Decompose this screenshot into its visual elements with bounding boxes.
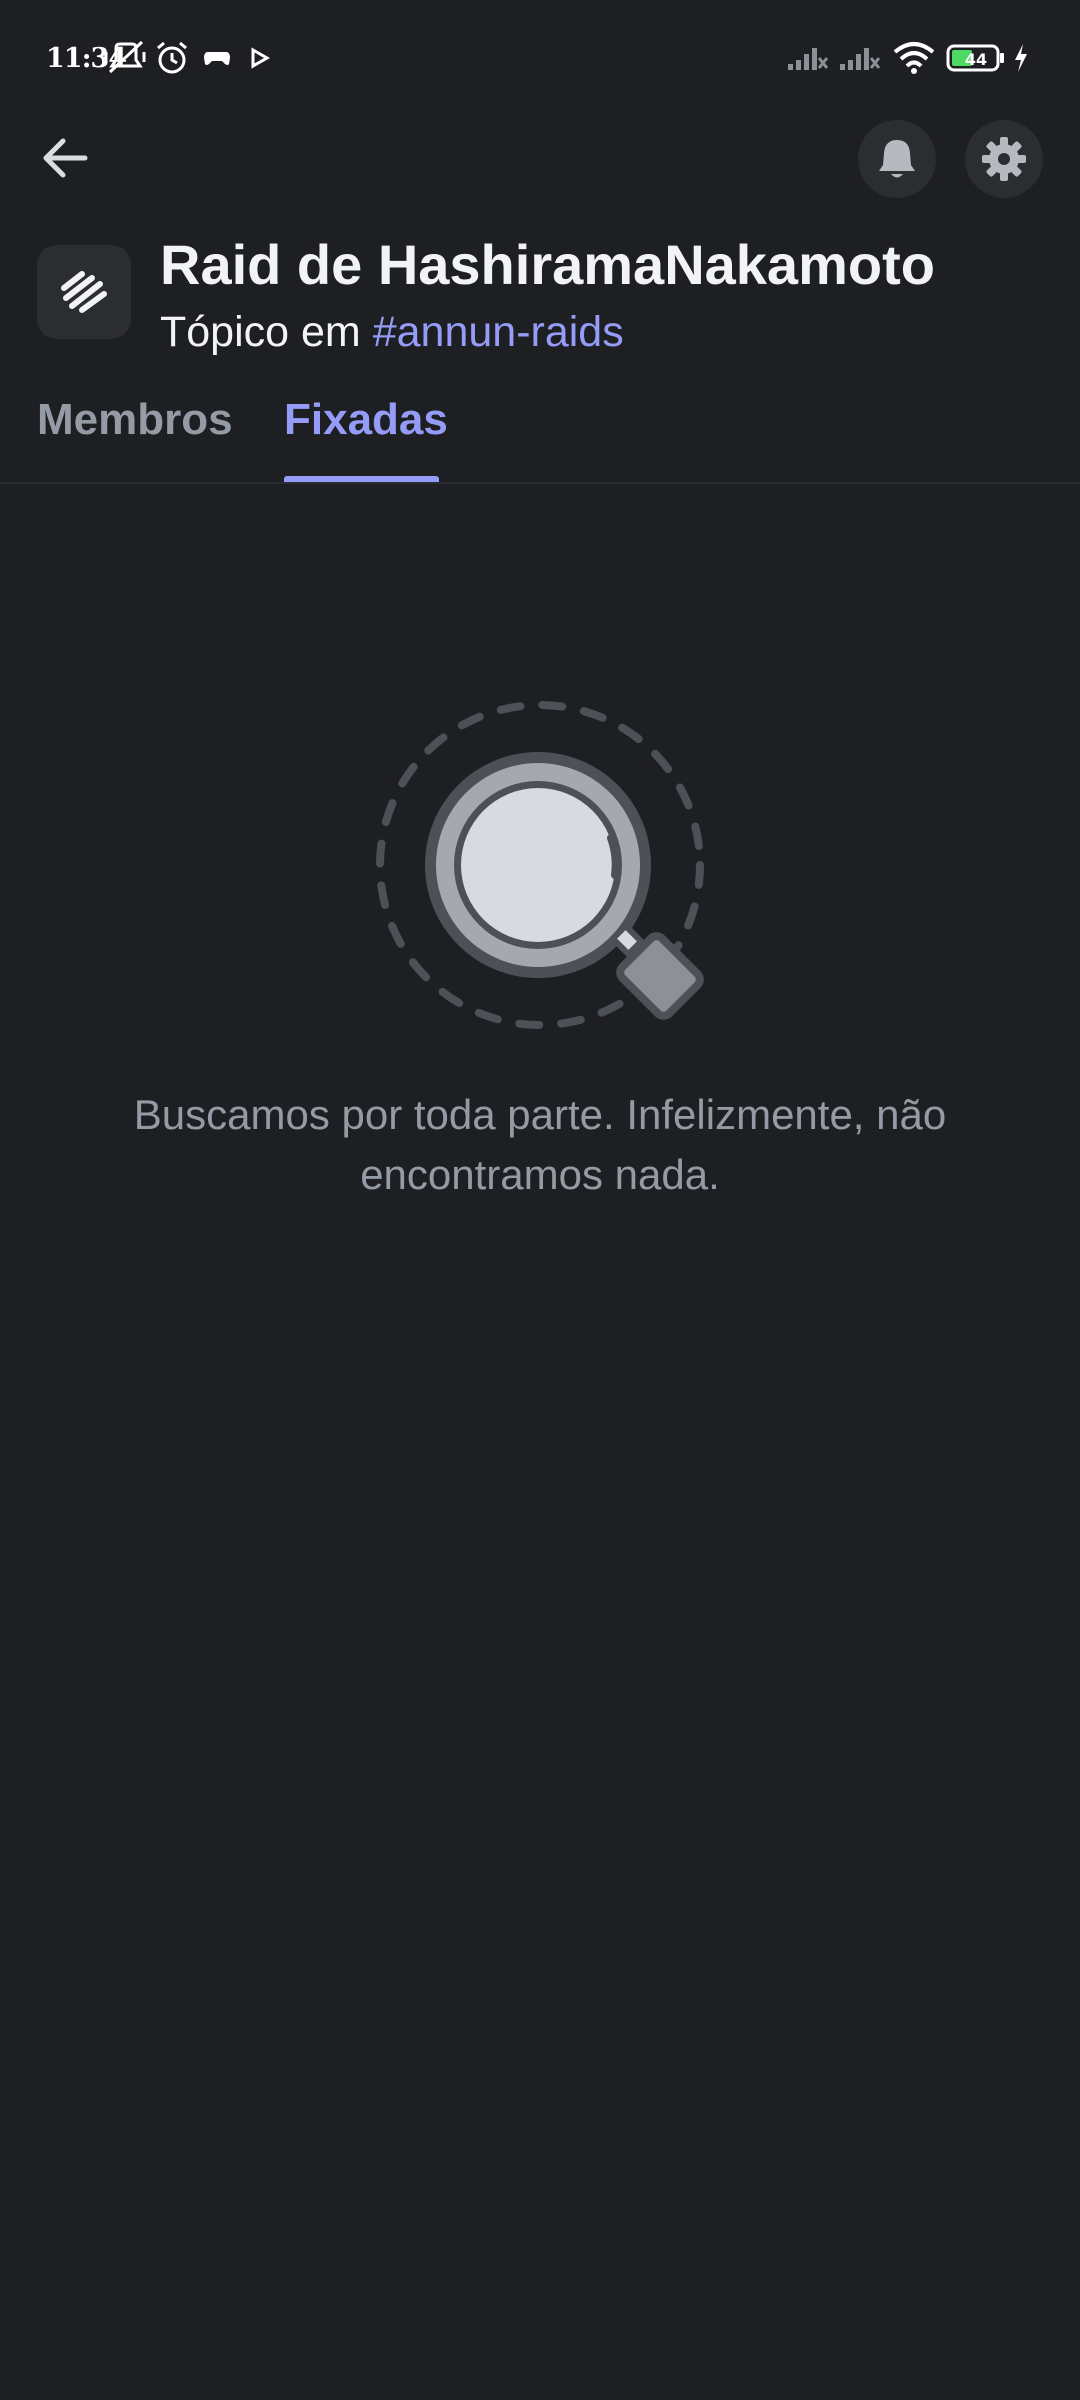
battery-level: 44 xyxy=(964,50,988,69)
magnifier-icon xyxy=(376,701,704,1029)
thread-icon xyxy=(61,271,107,313)
arrow-left-icon xyxy=(43,138,88,178)
thread-icon-tile xyxy=(37,245,131,339)
signal-icon xyxy=(788,48,829,70)
back-button[interactable] xyxy=(30,123,100,193)
tab-pinned[interactable]: Fixadas xyxy=(284,395,448,445)
alarm-icon xyxy=(157,41,187,74)
channel-link[interactable]: #annun-raids xyxy=(373,308,624,356)
thread-subtitle: Tópico em #annun-raids xyxy=(160,308,624,357)
bell-icon xyxy=(879,140,915,178)
thread-subtitle-prefix: Tópico em xyxy=(160,308,373,356)
wifi-icon xyxy=(893,42,935,74)
tab-divider xyxy=(0,482,1080,484)
screen: 11:34 44 Raid de HashiramaNakamoto Tópic… xyxy=(0,0,1080,2400)
mute-icon xyxy=(104,40,146,74)
charging-icon xyxy=(1015,44,1027,72)
thread-title: Raid de HashiramaNakamoto xyxy=(160,233,935,296)
empty-state-message: Buscamos por toda parte. Infelizmente, n… xyxy=(133,1091,947,1198)
play-icon xyxy=(251,47,271,69)
settings-button[interactable] xyxy=(965,120,1043,198)
notifications-button[interactable] xyxy=(858,120,936,198)
signal-icon xyxy=(840,48,881,70)
gear-icon xyxy=(982,137,1026,181)
tab-members[interactable]: Membros xyxy=(37,395,233,445)
status-bar: 11:34 44 xyxy=(0,0,1080,120)
gamepad-icon xyxy=(204,52,230,65)
